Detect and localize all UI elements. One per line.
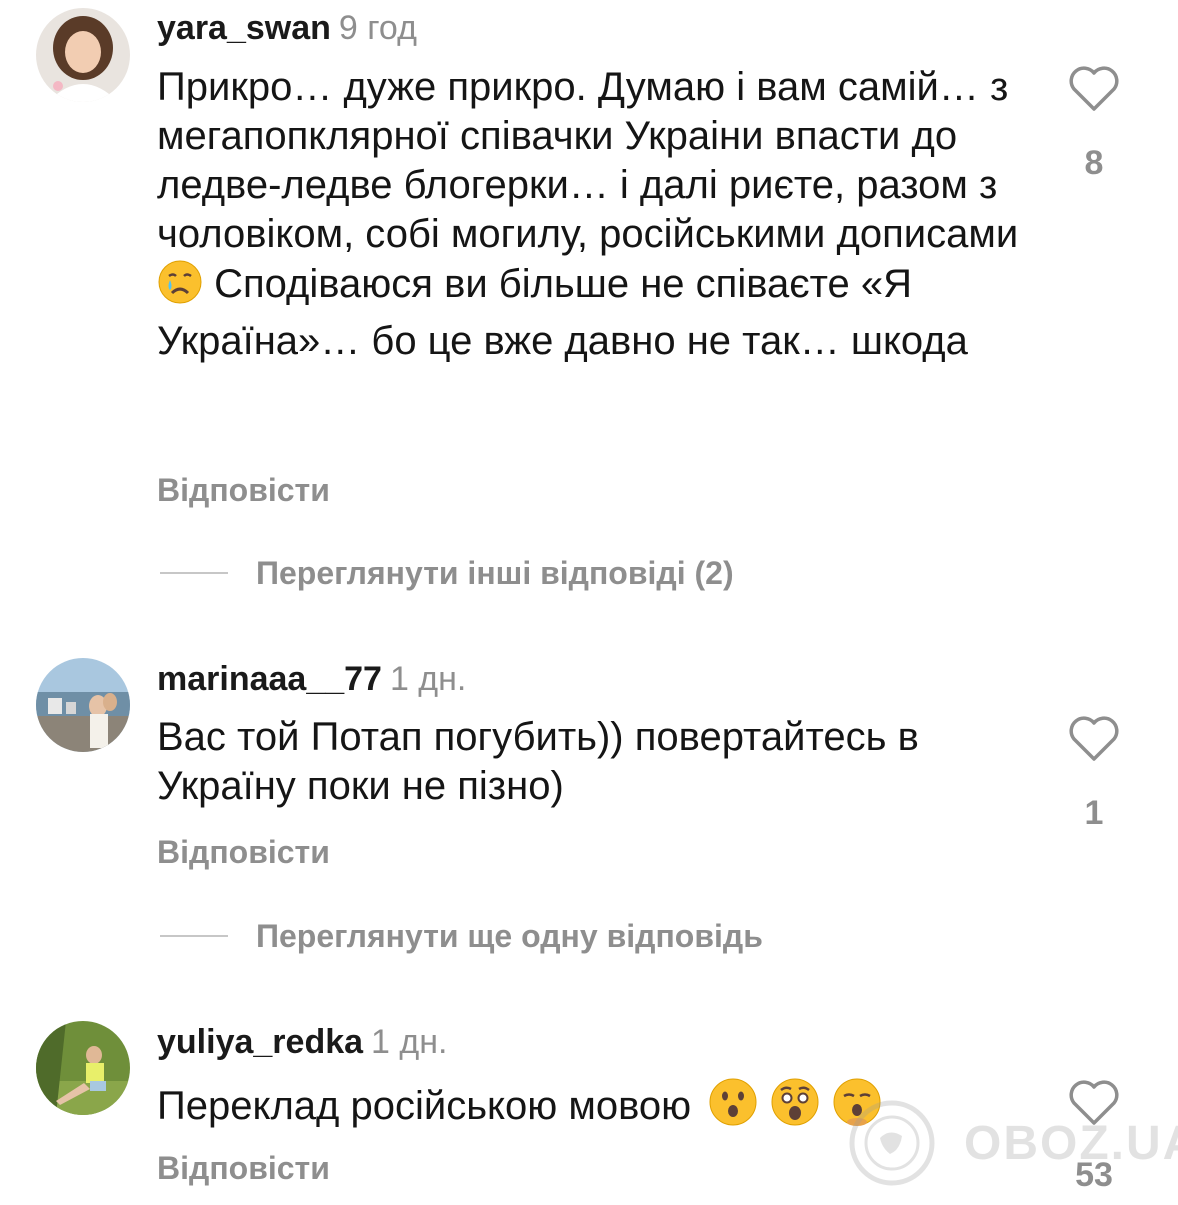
heart-icon[interactable] (1068, 66, 1120, 112)
comment-meta: marinaaa__77 1 дн. (157, 659, 466, 699)
comment-meta: yuliya_redka 1 дн. (157, 1022, 447, 1062)
hushed-face-icon (708, 1077, 758, 1139)
timestamp: 1 дн. (389, 660, 467, 698)
crying-face-icon (157, 259, 203, 317)
divider-line (160, 935, 228, 937)
comment-meta: yara_swan 9 год (157, 8, 417, 48)
view-replies-label: Переглянути інші відповіді (2) (256, 554, 734, 591)
view-replies-label: Переглянути ще одну відповідь (256, 917, 763, 954)
like-count: 1 (1084, 794, 1104, 832)
comment-text-part: Прикро… дуже прикро. Думаю і вам самій… … (157, 65, 1019, 256)
comment-text-part: Переклад російською мовою (157, 1084, 703, 1128)
avatar[interactable] (36, 1021, 130, 1115)
comment-text: Вас той Потап погубить)) повертайтесь в … (157, 715, 919, 808)
divider-line (160, 572, 228, 574)
reply-button[interactable]: Відповісти (157, 834, 330, 871)
avatar[interactable] (36, 8, 130, 102)
username[interactable]: yuliya_redka (157, 1023, 363, 1061)
timestamp: 1 дн. (371, 1023, 448, 1061)
timestamp: 9 год (338, 9, 417, 47)
reply-button[interactable]: Відповісти (157, 472, 330, 509)
username[interactable]: marinaaa__77 (157, 660, 382, 698)
avatar[interactable] (36, 658, 130, 752)
like-count: 8 (1084, 144, 1104, 182)
heart-icon[interactable] (1068, 716, 1120, 762)
watermark-logo-icon (849, 1100, 935, 1186)
view-replies-button[interactable]: Переглянути інші відповіді (2) (160, 553, 734, 593)
watermark: OBOZ.UA (840, 1098, 1178, 1188)
comment-text: Прикро… дуже прикро. Думаю і вам самій… … (157, 63, 1037, 366)
astonished-face-icon (770, 1077, 820, 1139)
view-replies-button[interactable]: Переглянути ще одну відповідь (160, 916, 763, 956)
watermark-text: OBOZ.UA (964, 1117, 1178, 1170)
reply-button[interactable]: Відповісти (157, 1150, 330, 1187)
comment-text-part: Сподіваюся ви більше не співаєте «Я Укра… (157, 262, 968, 363)
username[interactable]: yara_swan (157, 9, 331, 47)
